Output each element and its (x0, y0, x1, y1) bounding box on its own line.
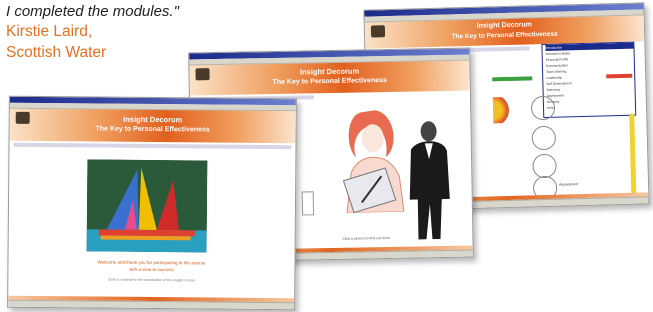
color-wedge (492, 96, 512, 124)
color-bar-yellow (629, 113, 637, 194)
screenshot-front: Insight Decorum The Key to Personal Effe… (7, 95, 297, 311)
course-banner: Insight Decorum The Key to Personal Effe… (189, 60, 470, 96)
welcome-line1: Welcome and thank you for participating … (97, 259, 206, 266)
circle-label: Assessment (558, 182, 579, 187)
course-banner: Insight Decorum The Key to Personal Effe… (9, 108, 296, 144)
menu-item[interactable]: Help (547, 103, 635, 111)
color-bar-green (492, 76, 533, 82)
banner-title: Insight Decorum (123, 114, 183, 125)
dropdown-menu[interactable]: Introduction Interaction Styles Personal… (541, 41, 637, 119)
status-bar (8, 299, 295, 310)
welcome-line2: with a view to success (129, 266, 174, 273)
profile-circle[interactable] (532, 153, 557, 179)
banner-subtitle: The Key to Personal Effectiveness (95, 125, 210, 134)
form-box (301, 191, 315, 216)
quote-name: Kirstie Laird, (6, 23, 93, 40)
profile-circle[interactable] (531, 125, 557, 151)
continue-link[interactable]: Click to continue to the introduction of… (8, 277, 294, 283)
notepad-illustration (342, 167, 397, 214)
sailboat-painting (86, 159, 208, 253)
color-bar-red (606, 73, 633, 79)
nav-bar (13, 142, 292, 150)
caption: Click a person to find out more (342, 235, 390, 241)
quote-text: I completed the modules." (6, 3, 179, 20)
man-illustration[interactable] (400, 119, 457, 240)
